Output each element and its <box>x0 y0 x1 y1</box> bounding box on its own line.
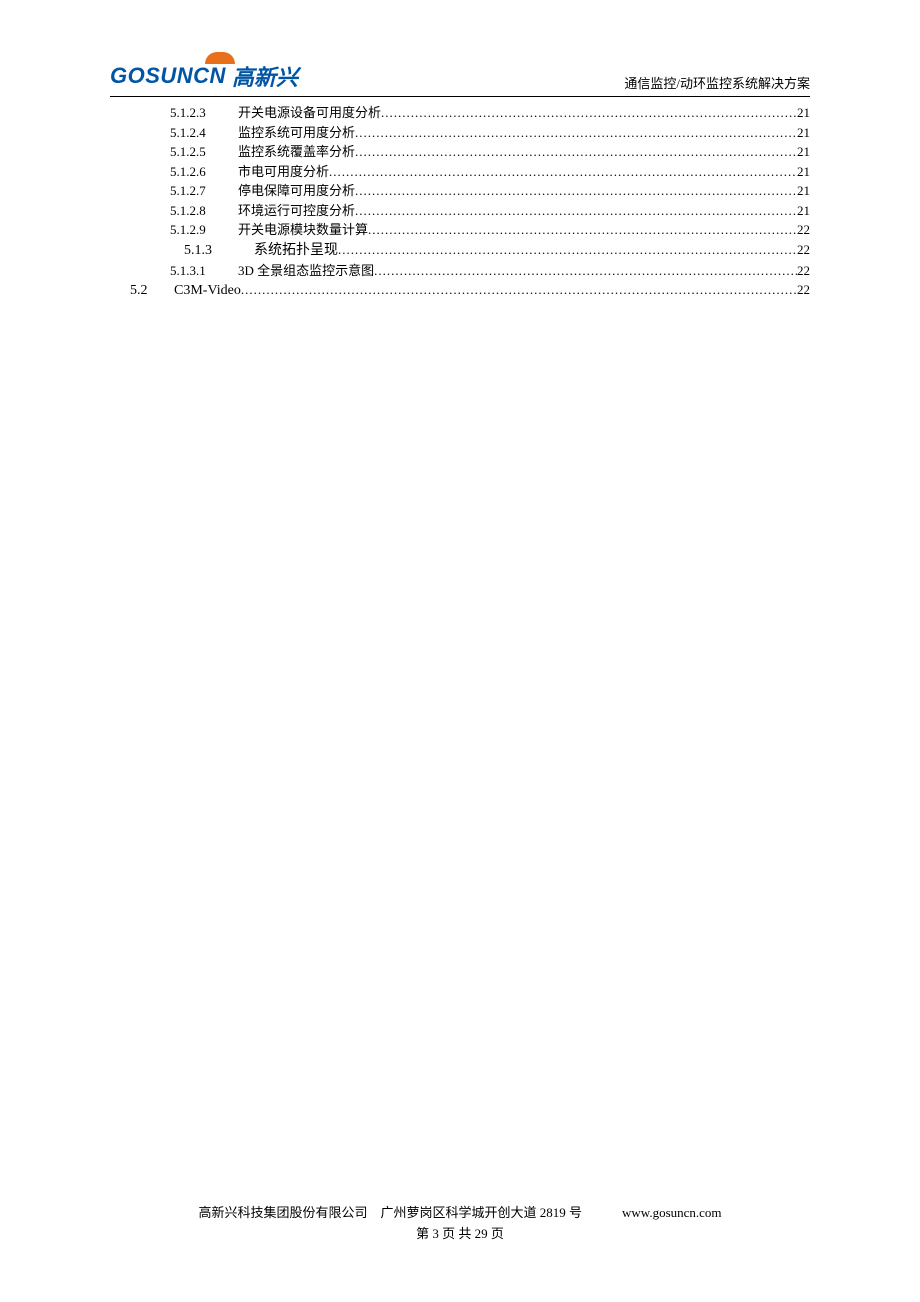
toc-leader-dots <box>241 280 797 300</box>
toc-entry-title: C3M-Video <box>174 280 241 301</box>
toc-entry-page: 21 <box>797 142 810 162</box>
toc-entry[interactable]: 5.1.2.3开关电源设备可用度分析 21 <box>110 103 810 123</box>
toc-entry-title: 环境运行可控度分析 <box>238 201 355 221</box>
toc-entry[interactable]: 5.1.2.4监控系统可用度分析 21 <box>110 123 810 143</box>
logo-sun-arc <box>205 52 235 64</box>
toc-entry-number: 5.1.2.6 <box>170 162 238 182</box>
page-header: GOSUNCN 高新兴 通信监控/动环监控系统解决方案 <box>110 60 810 97</box>
footer-line-1: 高新兴科技集团股份有限公司 广州萝岗区科学城开创大道 2819 号 www.go… <box>0 1202 920 1221</box>
logo-text-en: GOSUNCN <box>110 63 226 89</box>
toc-entry-title: 系统拓扑呈现 <box>254 240 338 261</box>
footer-url: www.gosuncn.com <box>622 1205 722 1221</box>
toc-entry-title: 市电可用度分析 <box>238 162 329 182</box>
footer-address: 广州萝岗区科学城开创大道 2819 号 <box>380 1205 582 1220</box>
toc-entry-title: 开关电源设备可用度分析 <box>238 103 381 123</box>
document-page: GOSUNCN 高新兴 通信监控/动环监控系统解决方案 5.1.2.3开关电源设… <box>0 0 920 301</box>
toc-entry-number: 5.1.2.7 <box>170 181 238 201</box>
toc-entry-title: 停电保障可用度分析 <box>238 181 355 201</box>
toc-entry-number: 5.1.3.1 <box>170 261 238 281</box>
toc-entry-page: 21 <box>797 201 810 221</box>
toc-leader-dots <box>338 240 797 260</box>
toc-entry-title: 监控系统可用度分析 <box>238 123 355 143</box>
toc-entry-number: 5.1.2.3 <box>170 103 238 123</box>
toc-entry-number: 5.1.2.8 <box>170 201 238 221</box>
toc-entry-page: 21 <box>797 103 810 123</box>
toc-entry-number: 5.2 <box>130 280 174 301</box>
toc-entry-number: 5.1.2.4 <box>170 123 238 143</box>
footer-company: 高新兴科技集团股份有限公司 <box>198 1205 367 1220</box>
toc-entry-page: 21 <box>797 181 810 201</box>
toc-entry[interactable]: 5.1.2.6市电可用度分析 21 <box>110 162 810 182</box>
toc-entry-title: 监控系统覆盖率分析 <box>238 142 355 162</box>
toc-leader-dots <box>355 142 797 162</box>
toc-entry-page: 22 <box>797 280 810 300</box>
toc-entry[interactable]: 5.1.3系统拓扑呈现 22 <box>110 240 810 261</box>
toc-entry-title: 开关电源模块数量计算 <box>238 220 368 240</box>
toc-entry-page: 22 <box>797 240 810 260</box>
toc-leader-dots <box>355 123 797 143</box>
toc-entry-number: 5.1.2.5 <box>170 142 238 162</box>
document-title: 通信监控/动环监控系统解决方案 <box>624 73 810 92</box>
toc-entry-page: 22 <box>797 220 810 240</box>
toc-entry[interactable]: 5.1.2.8环境运行可控度分析 21 <box>110 201 810 221</box>
toc-leader-dots <box>374 261 797 281</box>
toc-entry-title: 3D 全景组态监控示意图 <box>238 261 374 281</box>
footer-page-number: 第 3 页 共 29 页 <box>0 1223 920 1242</box>
toc-leader-dots <box>329 162 797 182</box>
toc-entry-number: 5.1.3 <box>184 240 254 261</box>
toc-leader-dots <box>355 201 797 221</box>
company-logo: GOSUNCN 高新兴 <box>110 60 298 92</box>
toc-entry-page: 21 <box>797 162 810 182</box>
toc-leader-dots <box>355 181 797 201</box>
logo-text-cn: 高新兴 <box>232 60 298 92</box>
toc-entry-page: 21 <box>797 123 810 143</box>
toc-entry-number: 5.1.2.9 <box>170 220 238 240</box>
table-of-contents: 5.1.2.3开关电源设备可用度分析 215.1.2.4监控系统可用度分析 21… <box>110 103 810 301</box>
toc-entry[interactable]: 5.1.3.13D 全景组态监控示意图 22 <box>110 261 810 281</box>
toc-entry[interactable]: 5.1.2.9开关电源模块数量计算 22 <box>110 220 810 240</box>
toc-entry[interactable]: 5.1.2.5监控系统覆盖率分析 21 <box>110 142 810 162</box>
toc-entry[interactable]: 5.1.2.7停电保障可用度分析 21 <box>110 181 810 201</box>
toc-leader-dots <box>368 220 797 240</box>
page-footer: 高新兴科技集团股份有限公司 广州萝岗区科学城开创大道 2819 号 www.go… <box>0 1202 920 1242</box>
toc-leader-dots <box>381 103 797 123</box>
toc-entry[interactable]: 5.2C3M-Video 22 <box>110 280 810 301</box>
toc-entry-page: 22 <box>797 261 810 281</box>
